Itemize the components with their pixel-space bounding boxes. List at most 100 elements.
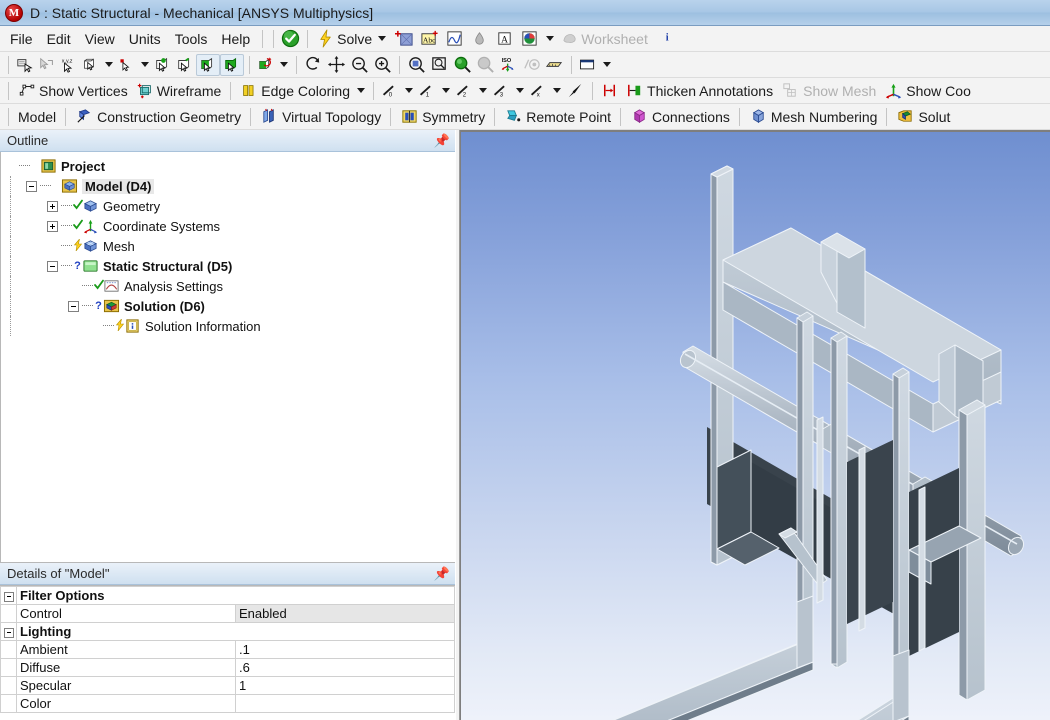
menu-view[interactable]: View: [78, 29, 122, 49]
chart-button[interactable]: [443, 28, 466, 49]
magnify-disabled-button[interactable]: [474, 54, 497, 75]
details-property-value[interactable]: .1: [235, 640, 455, 659]
mesh-numbering-button[interactable]: Mesh Numbering: [745, 106, 882, 127]
details-property-value[interactable]: 1: [235, 676, 455, 695]
tree-collapse-button[interactable]: [47, 260, 58, 272]
3d-graphics-viewport[interactable]: [460, 130, 1050, 720]
annotation-arrow-button[interactable]: [564, 80, 587, 101]
extend-selection-caret[interactable]: [280, 62, 288, 67]
edge-thickness-x-caret[interactable]: [553, 88, 562, 93]
annotation-arrow-icon: [568, 83, 582, 98]
face-select-button[interactable]: [196, 53, 220, 76]
text-label-button[interactable]: Abc: [418, 28, 441, 49]
probe-button[interactable]: [468, 28, 491, 49]
menu-file[interactable]: File: [3, 29, 40, 49]
model-button[interactable]: Model: [14, 108, 60, 126]
iso-view-button[interactable]: ISO: [497, 54, 520, 75]
details-pin-icon[interactable]: 📌: [434, 567, 450, 580]
info-button[interactable]: i: [652, 28, 681, 49]
details-property-value[interactable]: [235, 694, 455, 713]
viewport-layout-caret[interactable]: [603, 62, 611, 67]
cursor-xyz-button[interactable]: x,y,z: [58, 55, 80, 75]
details-body[interactable]: Filter Options Control Enabled Lighting Ambi…: [0, 585, 455, 720]
tree-collapse-button[interactable]: [26, 180, 37, 192]
menu-units[interactable]: Units: [122, 29, 168, 49]
outline-tree-panel[interactable]: Project Model (D4) Geometry Coordinate Syst…: [0, 152, 455, 563]
tree-item-static-structural-d5[interactable]: ? Static Structural (D5): [5, 256, 455, 276]
details-group-collapse-button[interactable]: [0, 586, 17, 605]
cursor-pick-button[interactable]: [36, 55, 58, 75]
look-at-face-button[interactable]: [520, 54, 543, 75]
pan-button[interactable]: [325, 54, 348, 75]
zoom-out-button[interactable]: [348, 54, 371, 75]
details-property-value[interactable]: Enabled: [235, 604, 455, 623]
tree-item-mesh[interactable]: Mesh: [5, 236, 455, 256]
edge-thickness-2-button[interactable]: 2: [453, 80, 476, 101]
construction-geometry-button[interactable]: Construction Geometry: [71, 106, 245, 127]
edge-select-button[interactable]: [174, 55, 196, 75]
box-zoom-button[interactable]: [405, 54, 428, 75]
rotate-button[interactable]: [302, 54, 325, 75]
thin-annotations-button[interactable]: [598, 80, 621, 101]
zoom-in-button[interactable]: [371, 54, 394, 75]
edge-thickness-1-button[interactable]: 1: [416, 80, 439, 101]
tree-item-analysis-settings[interactable]: Analysis Settings: [5, 276, 455, 296]
measure-button[interactable]: [543, 54, 566, 75]
single-select-caret[interactable]: [105, 62, 113, 67]
application-icon: M: [5, 3, 23, 22]
show-vertices-button[interactable]: Show Vertices: [14, 81, 132, 101]
tree-connector: [61, 236, 73, 256]
single-select-button[interactable]: [80, 55, 102, 75]
tree-expand-button[interactable]: [47, 220, 58, 232]
wireframe-button[interactable]: Wireframe: [132, 81, 226, 101]
edge-thickness-x-button[interactable]: x: [527, 80, 550, 101]
edge-thickness-2-caret[interactable]: [479, 88, 488, 93]
solve-dropdown-caret[interactable]: [378, 36, 387, 41]
edge-thickness-0-caret[interactable]: [405, 88, 414, 93]
virtual-topology-button[interactable]: Virtual Topology: [256, 106, 385, 127]
details-group-collapse-button[interactable]: [0, 622, 17, 641]
tree-item-project[interactable]: Project: [5, 156, 455, 176]
remote-point-button[interactable]: Remote Point: [500, 106, 615, 127]
tree-item-solution-d6[interactable]: ? Solution (D6): [5, 296, 455, 316]
cursor-box-select-button[interactable]: [14, 55, 36, 75]
viewport-layout-button[interactable]: [577, 54, 600, 75]
tree-collapse-button[interactable]: [68, 300, 79, 312]
tree-item-coordinate-systems[interactable]: Coordinate Systems: [5, 216, 455, 236]
menu-help[interactable]: Help: [214, 29, 257, 49]
edge-coloring-caret[interactable]: [357, 88, 366, 93]
thicken-annotations-button[interactable]: Thicken Annotations: [621, 80, 777, 101]
box-select-caret[interactable]: [141, 62, 149, 67]
menu-edit[interactable]: Edit: [40, 29, 78, 49]
tree-expand-button[interactable]: [47, 200, 58, 212]
menu-tools[interactable]: Tools: [168, 29, 215, 49]
body-select-button[interactable]: [220, 53, 244, 76]
connections-button[interactable]: Connections: [626, 106, 734, 127]
show-coordinate-systems-button[interactable]: Show Coo: [880, 80, 975, 101]
symmetry-button[interactable]: Symmetry: [396, 106, 489, 127]
tree-item-model-d4[interactable]: Model (D4): [5, 176, 455, 196]
magnify-button[interactable]: [451, 54, 474, 75]
validate-button[interactable]: [279, 28, 302, 49]
vertex-select-button[interactable]: [152, 55, 174, 75]
edge-coloring-button[interactable]: Edge Coloring: [236, 81, 354, 101]
tree-item-solution-information[interactable]: Solution Information: [5, 316, 455, 336]
legend-dropdown-caret[interactable]: [546, 36, 555, 41]
zoom-to-fit-button[interactable]: [428, 54, 451, 75]
details-property-value[interactable]: .6: [235, 658, 455, 677]
annotation-text-button[interactable]: A: [493, 28, 516, 49]
outline-pin-icon[interactable]: 📌: [434, 134, 450, 147]
extend-selection-button[interactable]: [255, 55, 277, 75]
solution-toolbar-button[interactable]: Solut: [892, 106, 954, 127]
solve-button[interactable]: Solve: [313, 28, 375, 49]
edge-thickness-3-button[interactable]: 3: [490, 80, 513, 101]
worksheet-button[interactable]: Worksheet: [559, 28, 650, 49]
new-chart-button[interactable]: [393, 28, 416, 49]
edge-thickness-0-button[interactable]: 0: [379, 80, 402, 101]
tree-item-geometry[interactable]: Geometry: [5, 196, 455, 216]
box-select-button[interactable]: [116, 55, 138, 75]
edge-thickness-1-caret[interactable]: [442, 88, 451, 93]
edge-thickness-3-caret[interactable]: [516, 88, 525, 93]
show-mesh-button[interactable]: Show Mesh: [777, 80, 880, 101]
legend-style-button[interactable]: [518, 28, 541, 49]
